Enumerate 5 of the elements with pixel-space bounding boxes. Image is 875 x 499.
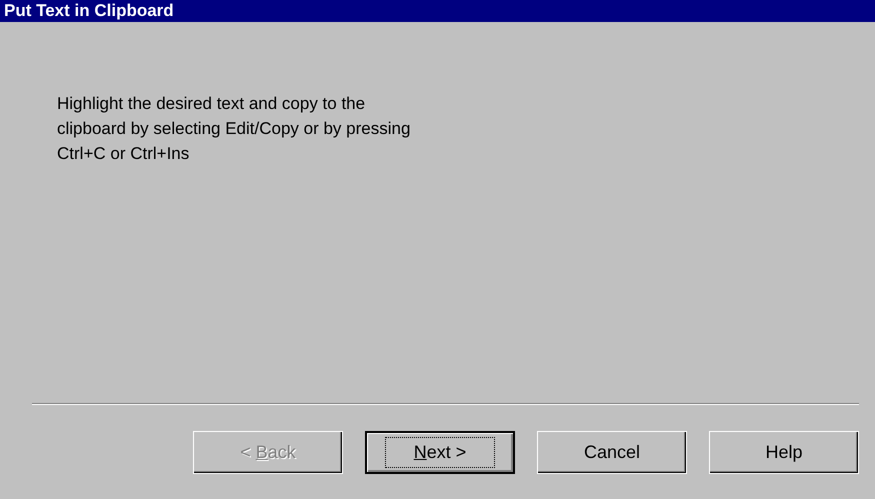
- dialog-button[interactable]: Cancel: [537, 431, 687, 474]
- window-title: Put Text in Clipboard: [0, 0, 875, 22]
- instruction-text: Highlight the desired text and copy to the clipboard by selecting Edit/Copy or by pressing Ctrl+C or Ctrl+Ins: [56, 93, 412, 165]
- dialog-button[interactable]: Help: [709, 431, 859, 474]
- dialog-button[interactable]: Next >: [365, 431, 515, 474]
